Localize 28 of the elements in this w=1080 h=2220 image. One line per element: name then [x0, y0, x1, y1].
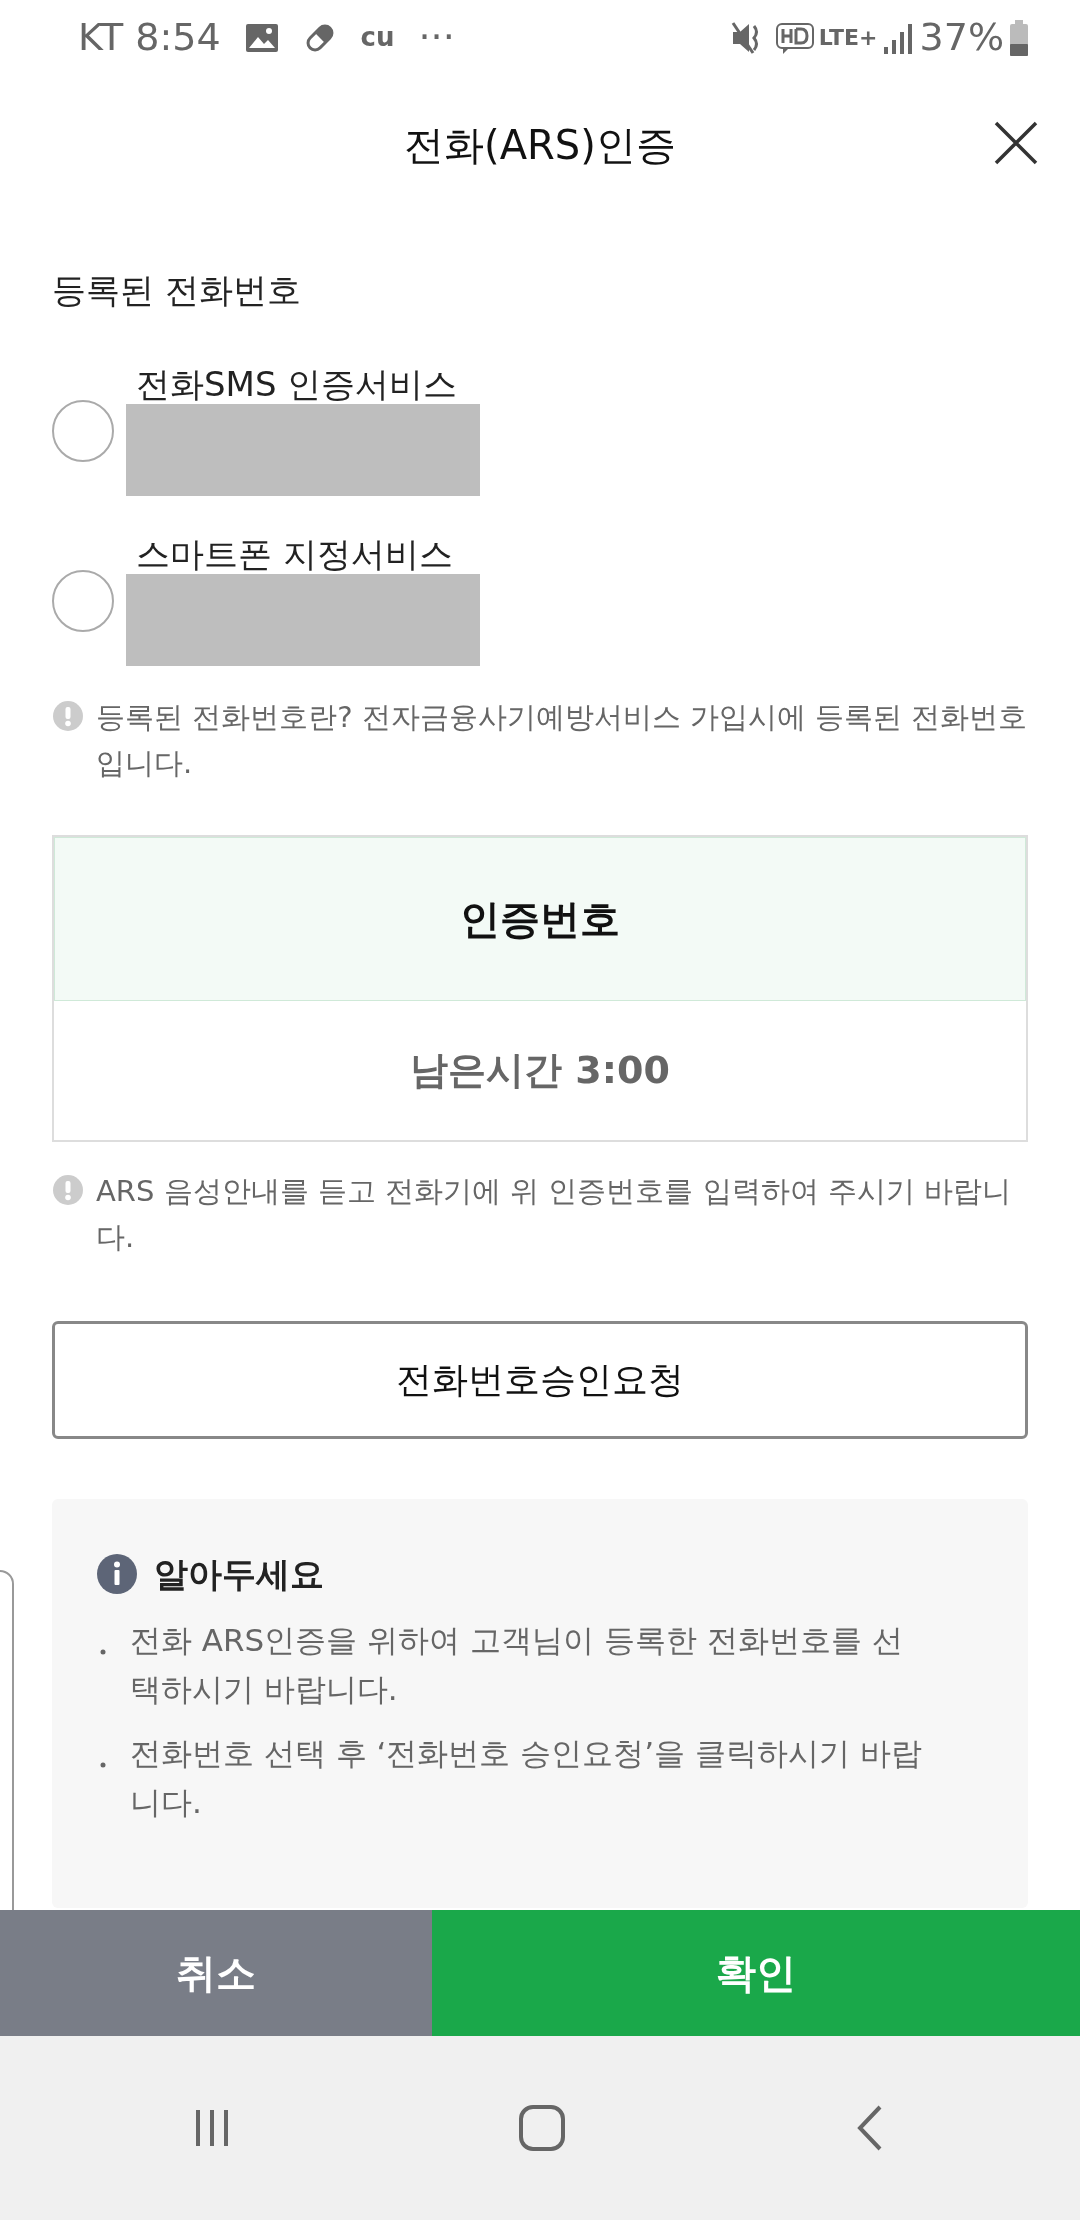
network-type: LTE+ [818, 24, 878, 52]
notice-text: 등록된 전화번호란? 전자금융사기예방서비스 가입시에 등록된 전화번호입니다. [96, 699, 1028, 783]
battery-icon [1008, 18, 1030, 57]
image-icon [244, 22, 279, 53]
notice-text: ARS 음성안내를 듣고 전화기에 위 인증번호를 입력하여 주시기 바랍니다. [96, 1172, 1013, 1257]
warning-icon [52, 1173, 84, 1206]
status-time: KT 8:54 [78, 14, 221, 61]
timer-text: 남은시간 3:00 [409, 1046, 671, 1094]
option-label: 전화SMS 인증서비스 [136, 366, 459, 404]
page-title: 전화(ARS)인증 [404, 121, 676, 170]
info-icon [96, 1553, 138, 1596]
warning-icon [52, 700, 84, 732]
action-button[interactable]: 취소 [0, 1910, 432, 2036]
bullet-icon [100, 1762, 106, 1769]
option-label: 스마트폰 지정서비스 [136, 536, 454, 574]
code-heading: 인증번호 [54, 836, 1026, 1001]
info-item: 전화 ARS인증을 위하여 고객님이 등록한 전화번호를 선택하시기 바랍니다. [130, 1620, 904, 1710]
info-title: 알아두세요 [154, 1552, 324, 1596]
bullet-icon [100, 1649, 106, 1656]
home-icon[interactable] [517, 2103, 567, 2153]
status-cu: cu [360, 21, 395, 54]
hd-icon [774, 20, 815, 55]
more-icon: ··· [418, 9, 455, 66]
request-button[interactable]: 전화번호승인요청 [52, 1320, 1028, 1439]
battery-percent: 37% [919, 14, 1004, 61]
section-heading: 등록된 전화번호 [52, 269, 302, 312]
info-item: 전화번호 선택 후 ‘전화번호 승인요청’을 클릭하시기 바랍니다. [130, 1733, 923, 1823]
action-button[interactable]: 확인 [432, 1910, 1080, 2036]
